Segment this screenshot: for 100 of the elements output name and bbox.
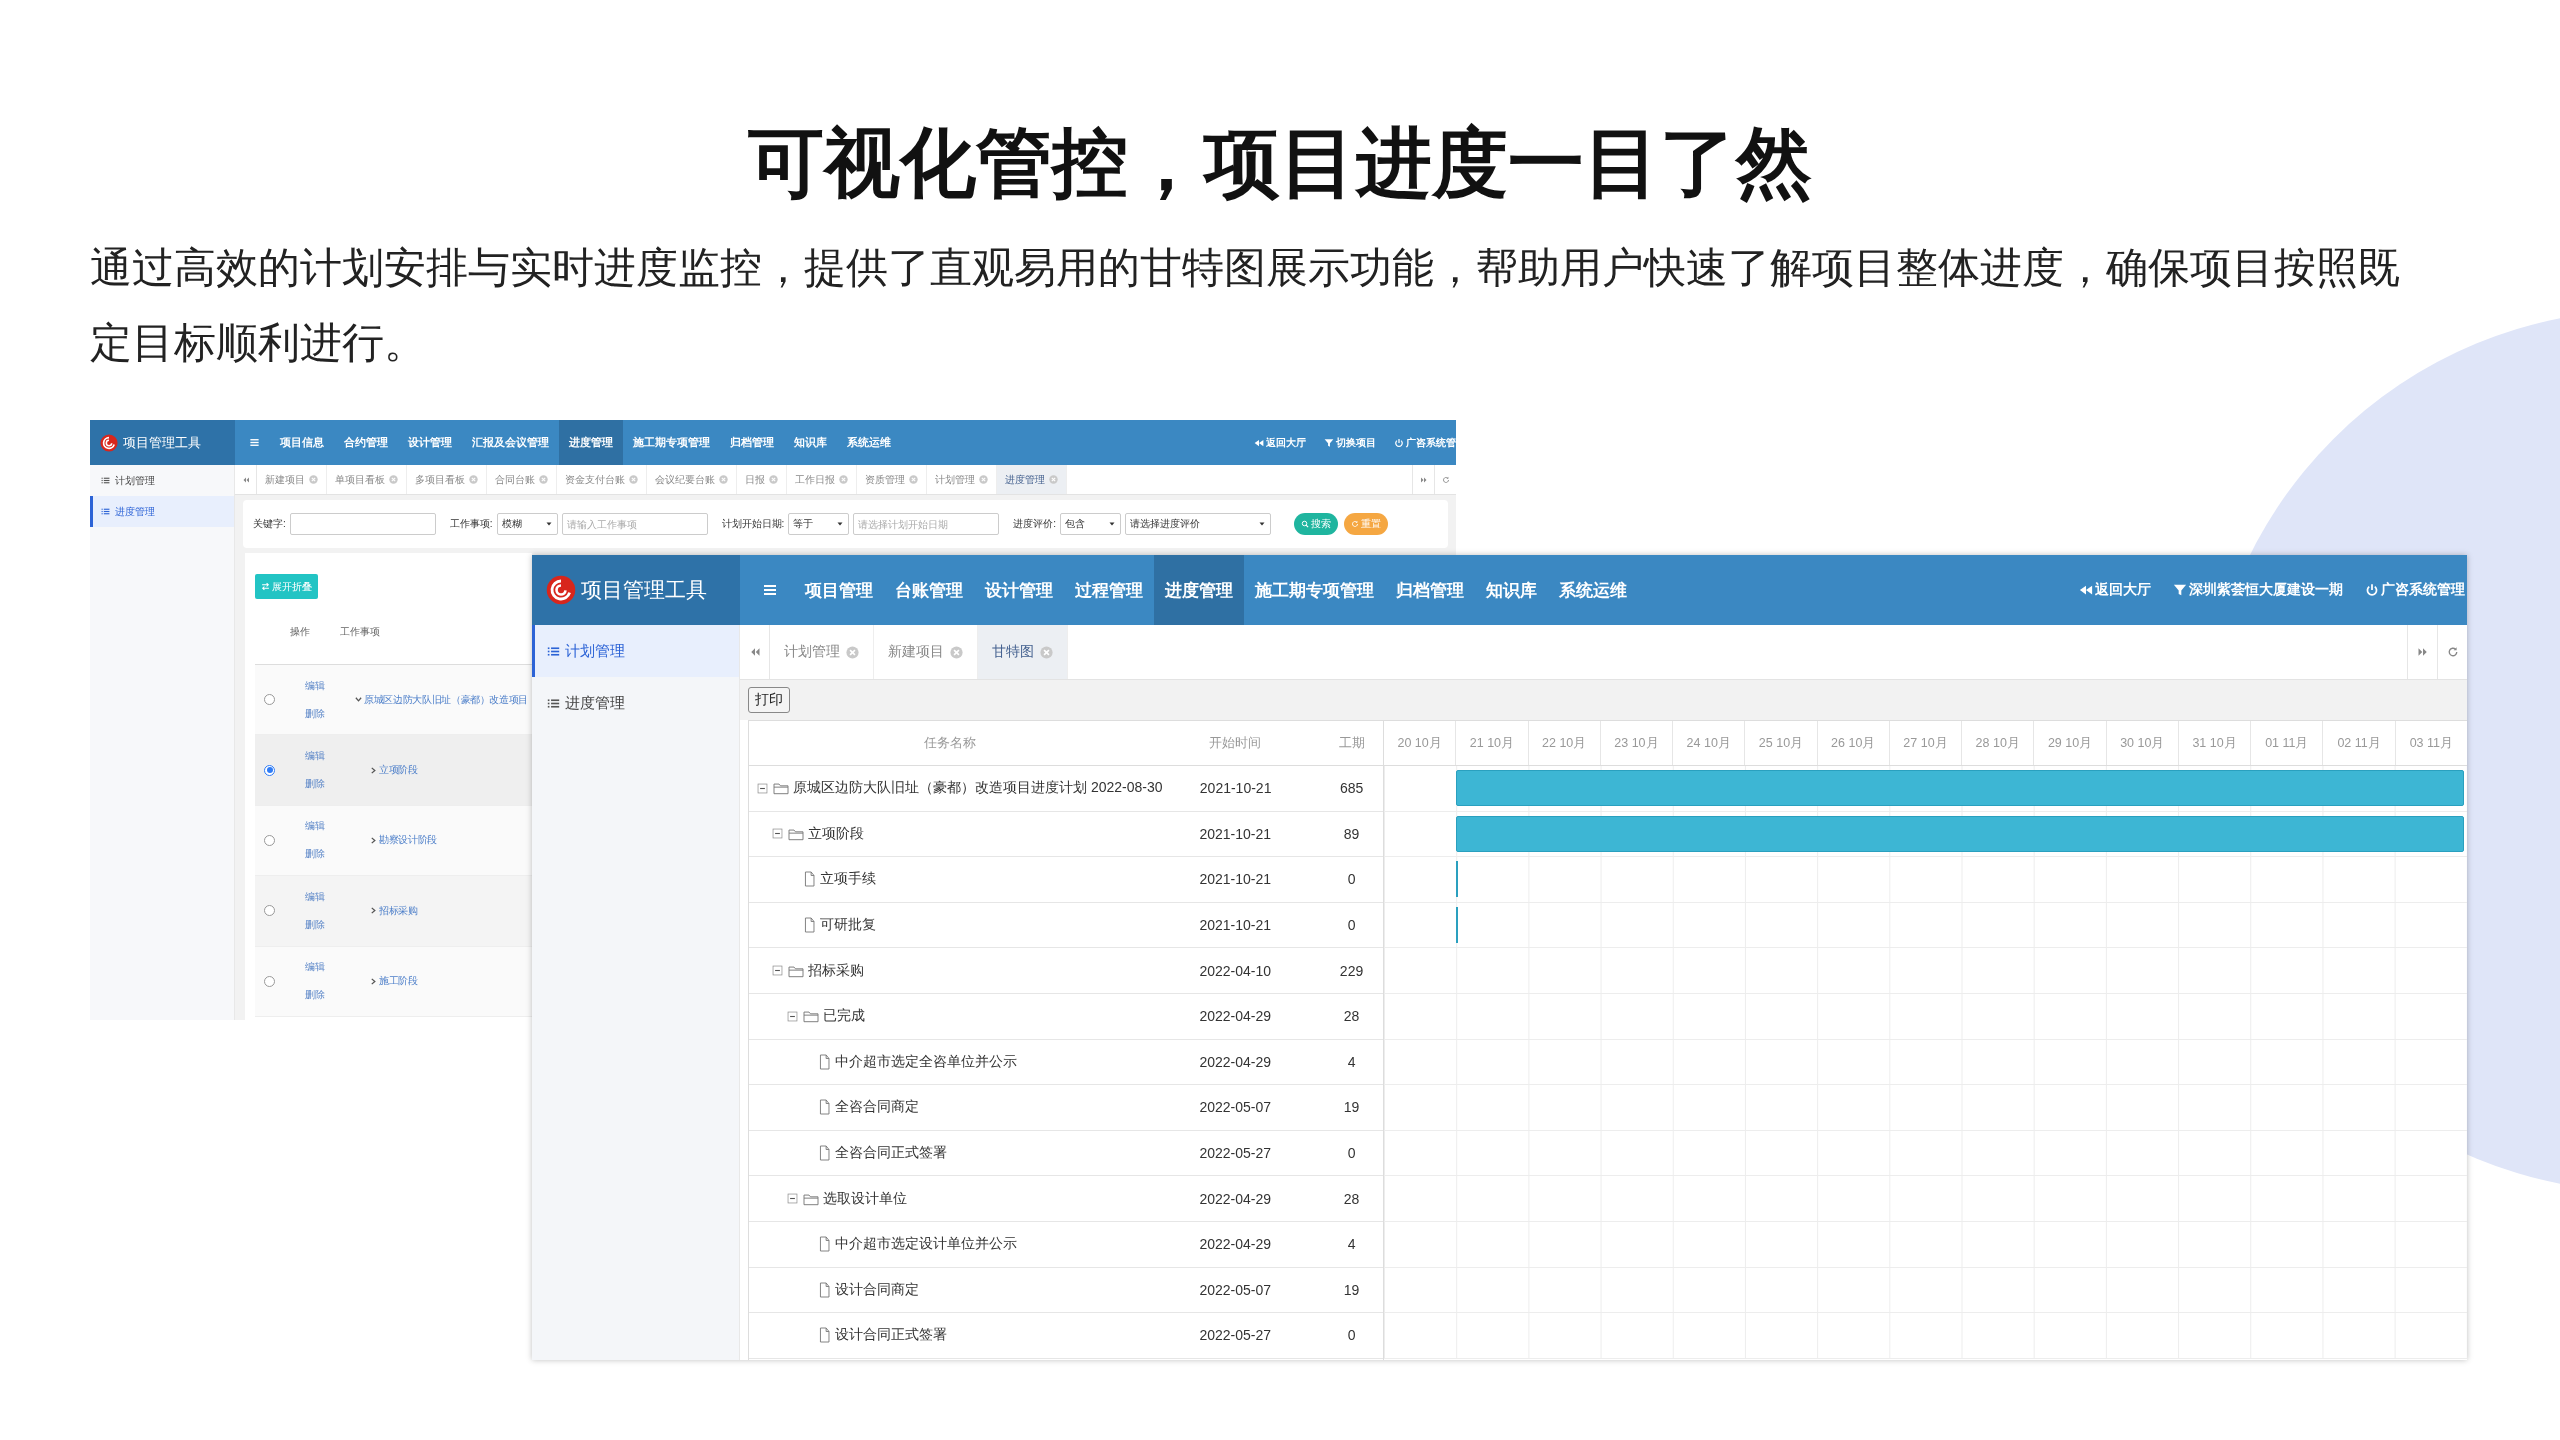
header-link[interactable]: 返回大厅	[2079, 581, 2151, 599]
table-row[interactable]: 选取设计单位 2022-04-29 28	[749, 1176, 1383, 1222]
table-row[interactable]: 编辑 删除 勘察设计阶段	[255, 805, 532, 877]
expand-collapse-button[interactable]: 展开折叠	[255, 574, 318, 599]
table-row[interactable]: 立项手续 2021-10-21 0	[749, 857, 1383, 903]
edit-link[interactable]: 编辑	[305, 960, 341, 975]
table-row[interactable]: 原城区边防大队旧址（豪都）改造项目进度计划 2022-08-30 2021-10-21 685	[749, 766, 1383, 812]
input-field[interactable]: 请选择计划开始日期	[853, 513, 1000, 535]
nav-item[interactable]: 设计管理	[398, 420, 462, 465]
header-link[interactable]: 广咨系统管	[1394, 435, 1456, 450]
slide-title: 可视化管控，项目进度一目了然	[747, 119, 1813, 207]
table-row[interactable]: 编辑 删除 原城区边防大队旧址（豪都）改造项目	[255, 665, 532, 736]
task-link[interactable]: 原城区边防大队旧址（豪都）改造项目	[364, 692, 529, 707]
nav-item[interactable]: 汇报及会议管理	[462, 420, 559, 465]
sidebar-item[interactable]: 进度管理	[90, 496, 234, 527]
nav-item[interactable]: 合约管理	[334, 420, 398, 465]
table-row[interactable]: 立项阶段 2021-10-21 89	[749, 811, 1383, 858]
delete-link[interactable]: 删除	[305, 777, 341, 792]
edit-link[interactable]: 编辑	[305, 678, 341, 693]
tab[interactable]: 新建项目	[257, 465, 327, 494]
timeline-day: 20 10月	[1384, 721, 1456, 765]
task-link[interactable]: 施工阶段	[379, 974, 418, 989]
dropdown[interactable]: 请选择进度评价	[1125, 513, 1272, 535]
tab[interactable]: 日报	[737, 465, 787, 494]
timeline-day: 01 11月	[2250, 721, 2323, 765]
filter-label: 进度评价:	[1013, 517, 1057, 531]
nav-item[interactable]: 施工期专项管理	[623, 420, 720, 465]
table-row[interactable]: 招标采购 2022-04-10 229	[749, 948, 1383, 994]
tab[interactable]: 甘特图	[978, 625, 1068, 679]
duration: 19	[1342, 1099, 1361, 1116]
tab[interactable]: 资金支付台账	[557, 465, 647, 494]
table-row[interactable]: 编辑 删除 施工阶段	[255, 946, 532, 1017]
duration: 4	[1346, 1053, 1357, 1070]
table-row[interactable]: 全咨合同正式签署 2022-05-27 0	[749, 1130, 1383, 1177]
timeline-day: 25 10月	[1744, 721, 1817, 765]
nav-item[interactable]: 知识库	[784, 420, 837, 465]
input-field[interactable]: 请输入工作事项	[561, 513, 708, 535]
timeline-day: 26 10月	[1816, 721, 1889, 765]
table-row[interactable]: 编辑 删除 招标采购	[255, 876, 532, 947]
reset-button[interactable]: 重置	[1344, 513, 1388, 535]
nav-item[interactable]: 进度管理	[559, 420, 623, 465]
nav-item[interactable]: 系统运维	[1548, 555, 1638, 625]
header-link[interactable]: 返回大厅	[1254, 435, 1306, 450]
nav-item[interactable]: 知识库	[1475, 555, 1548, 625]
table-row[interactable]: 编辑 删除 立项阶段	[255, 735, 532, 806]
nav-item[interactable]: 归档管理	[720, 420, 784, 465]
tab[interactable]: 进度管理	[997, 465, 1067, 494]
dropdown[interactable]: 模糊	[496, 513, 558, 535]
timeline-day: 29 10月	[2033, 721, 2106, 765]
duration: 89	[1342, 825, 1361, 842]
sidebar-item[interactable]: 进度管理	[532, 677, 739, 729]
tab[interactable]: 会议纪要台账	[647, 465, 737, 494]
table-row[interactable]: 已完成 2022-04-29 28	[749, 993, 1383, 1040]
timeline-day: 21 10月	[1455, 721, 1528, 765]
table-row[interactable]: 中介超市选定全咨单位并公示 2022-04-29 4	[749, 1039, 1383, 1086]
header-link[interactable]: 深圳紫荟恒大厦建设一期	[2173, 581, 2343, 599]
delete-link[interactable]: 删除	[305, 988, 341, 1003]
tab[interactable]: 单项目看板	[327, 465, 407, 494]
dropdown[interactable]: 等于	[788, 513, 850, 535]
tab[interactable]: 资质管理	[857, 465, 927, 494]
app-title: 项目管理工具	[123, 433, 201, 452]
nav-item[interactable]: 归档管理	[1385, 555, 1475, 625]
task-link[interactable]: 勘察设计阶段	[379, 833, 437, 848]
delete-link[interactable]: 删除	[305, 917, 341, 932]
table-row[interactable]: 可研批复 2021-10-21 0	[749, 902, 1383, 949]
tab[interactable]: 合同台账	[487, 465, 557, 494]
start-date: 2022-04-29	[1198, 1053, 1273, 1070]
nav-item[interactable]: 项目信息	[270, 420, 334, 465]
start-date: 2021-10-21	[1198, 871, 1273, 888]
table-row[interactable]: 全咨合同商定 2022-05-07 19	[749, 1085, 1383, 1131]
delete-link[interactable]: 删除	[305, 706, 341, 721]
nav-item[interactable]: 台账管理	[884, 555, 974, 625]
sidebar-item[interactable]: 计划管理	[90, 465, 234, 496]
timeline-day: 23 10月	[1599, 721, 1673, 765]
duration: 685	[1338, 780, 1365, 797]
nav-item[interactable]: 系统运维	[837, 420, 901, 465]
header-link[interactable]: 广咨系统管理	[2365, 581, 2465, 599]
dropdown[interactable]: 包含	[1060, 513, 1122, 535]
nav-item[interactable]: 过程管理	[1064, 555, 1154, 625]
edit-link[interactable]: 编辑	[305, 749, 341, 764]
table-row[interactable]: 设计合同正式签署 2022-05-27 0	[749, 1313, 1383, 1359]
duration: 229	[1338, 962, 1365, 979]
table-row[interactable]: 设计合同商定 2022-05-07 19	[749, 1267, 1383, 1314]
edit-link[interactable]: 编辑	[305, 889, 341, 904]
header-link[interactable]: 切换项目	[1324, 435, 1376, 450]
delete-link[interactable]: 删除	[305, 847, 341, 862]
tab[interactable]: 计划管理	[770, 625, 874, 679]
table-row[interactable]: 中介超市选定设计单位并公示 2022-04-29 4	[749, 1221, 1383, 1268]
sidebar-item[interactable]: 计划管理	[532, 625, 739, 677]
nav-item[interactable]: 设计管理	[974, 555, 1064, 625]
nav-item[interactable]: 进度管理	[1154, 555, 1244, 625]
search-button[interactable]: 搜索	[1294, 513, 1338, 535]
nav-item[interactable]: 施工期专项管理	[1244, 555, 1385, 625]
task-link[interactable]: 招标采购	[379, 903, 418, 918]
edit-link[interactable]: 编辑	[305, 819, 341, 834]
tab[interactable]: 多项目看板	[407, 465, 487, 494]
print-button[interactable]: 打印	[748, 687, 790, 713]
nav-item[interactable]: 项目管理	[794, 555, 884, 625]
task-link[interactable]: 立项阶段	[379, 763, 418, 778]
tab[interactable]: 工作日报	[787, 465, 857, 494]
